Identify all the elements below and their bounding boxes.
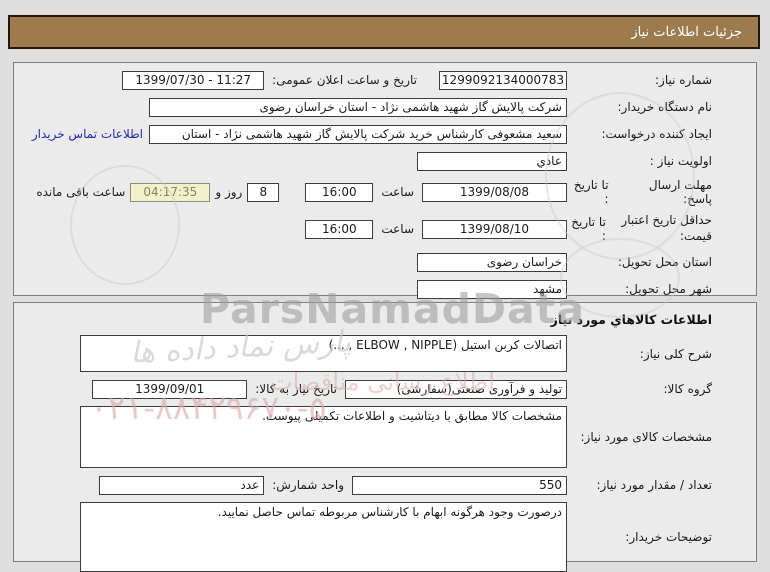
hours-remaining-label: ساعت باقی مانده	[36, 185, 126, 199]
deadline-label: مهلت ارسال پاسخ:	[648, 178, 712, 206]
priority-value: عادي	[536, 154, 562, 168]
buyer-notes-label: توضیحات خریدار:	[625, 530, 712, 544]
goods-section-header: اطلاعات کالاهاي مورد نیاز	[550, 312, 712, 327]
delivery-city-field[interactable]: مشهد	[417, 279, 567, 299]
validity-hour-label: ساعت	[381, 222, 414, 236]
need-details-page: { "banner": { "title": "جزئیات اطلاعات ن…	[0, 0, 770, 572]
quantity-label: تعداد / مقدار مورد نیاز:	[596, 478, 712, 492]
delivery-city-value: مشهد	[533, 282, 562, 296]
validity-time-field[interactable]: 16:00	[305, 219, 374, 239]
delivery-province-value: خراسان رضوی	[486, 255, 562, 269]
priority-field[interactable]: عادي	[417, 151, 567, 171]
quantity-row: تعداد / مقدار مورد نیاز: 550 واحد شمارش:…	[24, 475, 712, 495]
countdown-timer-field: 04:17:35	[130, 182, 211, 202]
page-title: جزئیات اطلاعات نیاز	[631, 24, 742, 40]
need-number-field[interactable]: 1299092134000783	[439, 70, 567, 90]
need-description-value: اتصالات کربن استیل (ELBOW , NIPPLE , ...…	[328, 338, 562, 352]
deadline-label-group: مهلت ارسال پاسخ: تا تاریخ :	[567, 178, 712, 206]
need-date-label: تاریخ نیاز به کالا:	[255, 382, 337, 396]
page-title-banner: جزئیات اطلاعات نیاز	[8, 15, 760, 49]
deadline-date-value: 1399/08/08	[459, 185, 530, 199]
goods-group-label: گروه کالا:	[663, 382, 713, 396]
unit-label: واحد شمارش:	[272, 478, 344, 492]
goods-specs-label: مشخصات کالای مورد نیاز:	[580, 429, 712, 444]
deadline-time-value: 16:00	[322, 185, 357, 199]
goods-group-row: گروه کالا: تولید و فرآوری صنعتی(سفارشی) …	[24, 379, 712, 399]
goods-specs-row: مشخصات کالای مورد نیاز: مشخصات کالا مطاب…	[24, 406, 712, 468]
buyer-label: نام دستگاه خریدار:	[617, 100, 713, 114]
validity-until-label: تا تاریخ :	[571, 215, 606, 243]
buyer-notes-row: توضیحات خریدار: درصورت وجود هرگونه ابهام…	[24, 502, 712, 572]
deadline-until-label: تا تاریخ :	[573, 178, 609, 206]
need-number-row: شماره نیاز: 1299092134000783 تاریخ و ساع…	[24, 70, 712, 90]
buyer-notes-textarea[interactable]: درصورت وجود هرگونه ابهام با کارشناس مربو…	[80, 502, 567, 572]
creator-field[interactable]: سعید مشعوفی کارشناس خرید شرکت پالایش گاز…	[149, 124, 567, 144]
delivery-city-label: شهر محل تحویل:	[625, 282, 712, 296]
need-number-value: 1299092134000783	[441, 73, 565, 87]
validity-date-field[interactable]: 1399/08/10	[422, 219, 567, 239]
remaining-days-field[interactable]: 8	[247, 182, 280, 202]
buyer-field[interactable]: شرکت پالایش گاز شهید هاشمی نژاد - استان …	[149, 97, 567, 117]
deadline-time-field[interactable]: 16:00	[305, 182, 374, 202]
buyer-value: شرکت پالایش گاز شهید هاشمی نژاد - استان …	[259, 100, 562, 114]
remaining-days-value: 8	[259, 185, 268, 199]
buyer-row: نام دستگاه خریدار: شرکت پالایش گاز شهید …	[24, 97, 712, 117]
delivery-province-label: استان محل تحویل:	[617, 255, 712, 269]
need-date-value: 1399/09/01	[135, 382, 205, 396]
goods-specs-textarea[interactable]: مشخصات کالا مطابق با دیتاشیت و اطلاعات ت…	[80, 406, 567, 468]
creator-row: ایجاد کننده درخواست: سعید مشعوفی کارشناس…	[24, 124, 712, 144]
announce-datetime-field[interactable]: 1399/07/30 - 11:27	[122, 70, 265, 90]
quantity-field[interactable]: 550	[352, 475, 567, 495]
validity-label-group: حداقل تاریخ اعتبار قیمت: تا تاریخ :	[567, 213, 712, 244]
creator-value: سعید مشعوفی کارشناس خرید شرکت پالایش گاز…	[181, 127, 562, 141]
buyer-notes-value: درصورت وجود هرگونه ابهام با کارشناس مربو…	[217, 505, 562, 519]
need-description-label: شرح کلی نیاز:	[639, 346, 712, 361]
countdown-timer-value: 04:17:35	[143, 185, 198, 199]
delivery-province-row: استان محل تحویل: خراسان رضوی	[24, 252, 712, 272]
creator-label: ایجاد کننده درخواست:	[601, 127, 712, 141]
goods-group-value: تولید و فرآوری صنعتی(سفارشی)	[396, 382, 562, 396]
buyer-contact-link[interactable]: اطلاعات تماس خریدار	[32, 127, 149, 141]
delivery-province-field[interactable]: خراسان رضوی	[417, 252, 567, 272]
goods-info-panel: اطلاعات کالاهاي مورد نیاز شرح کلی نیاز: …	[13, 302, 757, 572]
validity-label: حداقل تاریخ اعتبار قیمت:	[621, 213, 712, 243]
unit-field[interactable]: عدد	[99, 475, 265, 495]
need-description-row: شرح کلی نیاز: اتصالات کربن استیل (ELBOW …	[24, 335, 712, 372]
quantity-value: 550	[539, 478, 562, 492]
goods-group-field[interactable]: تولید و فرآوری صنعتی(سفارشی)	[345, 379, 567, 399]
need-number-label: شماره نیاز:	[655, 73, 712, 87]
deadline-row: مهلت ارسال پاسخ: تا تاریخ : 1399/08/08 س…	[24, 178, 712, 206]
need-info-panel: شماره نیاز: 1299092134000783 تاریخ و ساع…	[13, 62, 757, 299]
priority-label: اولویت نیاز :	[649, 154, 712, 168]
price-validity-row: حداقل تاریخ اعتبار قیمت: تا تاریخ : 1399…	[24, 213, 712, 245]
goods-specs-value: مشخصات کالا مطابق با دیتاشیت و اطلاعات ت…	[262, 409, 562, 423]
announce-datetime-value: 1399/07/30 - 11:27	[135, 73, 252, 87]
need-description-textarea[interactable]: اتصالات کربن استیل (ELBOW , NIPPLE , ...…	[80, 335, 567, 372]
delivery-city-row: شهر محل تحویل: مشهد	[24, 279, 712, 299]
announce-datetime-label: تاریخ و ساعت اعلان عمومی:	[272, 73, 417, 87]
deadline-hour-label: ساعت	[381, 185, 414, 199]
validity-date-value: 1399/08/10	[459, 222, 530, 236]
validity-time-value: 16:00	[322, 222, 357, 236]
need-date-field[interactable]: 1399/09/01	[92, 379, 248, 399]
unit-value: عدد	[240, 478, 260, 492]
days-and-label: روز و	[215, 185, 243, 199]
priority-row: اولویت نیاز : عادي	[24, 151, 712, 171]
deadline-date-field[interactable]: 1399/08/08	[422, 182, 567, 202]
